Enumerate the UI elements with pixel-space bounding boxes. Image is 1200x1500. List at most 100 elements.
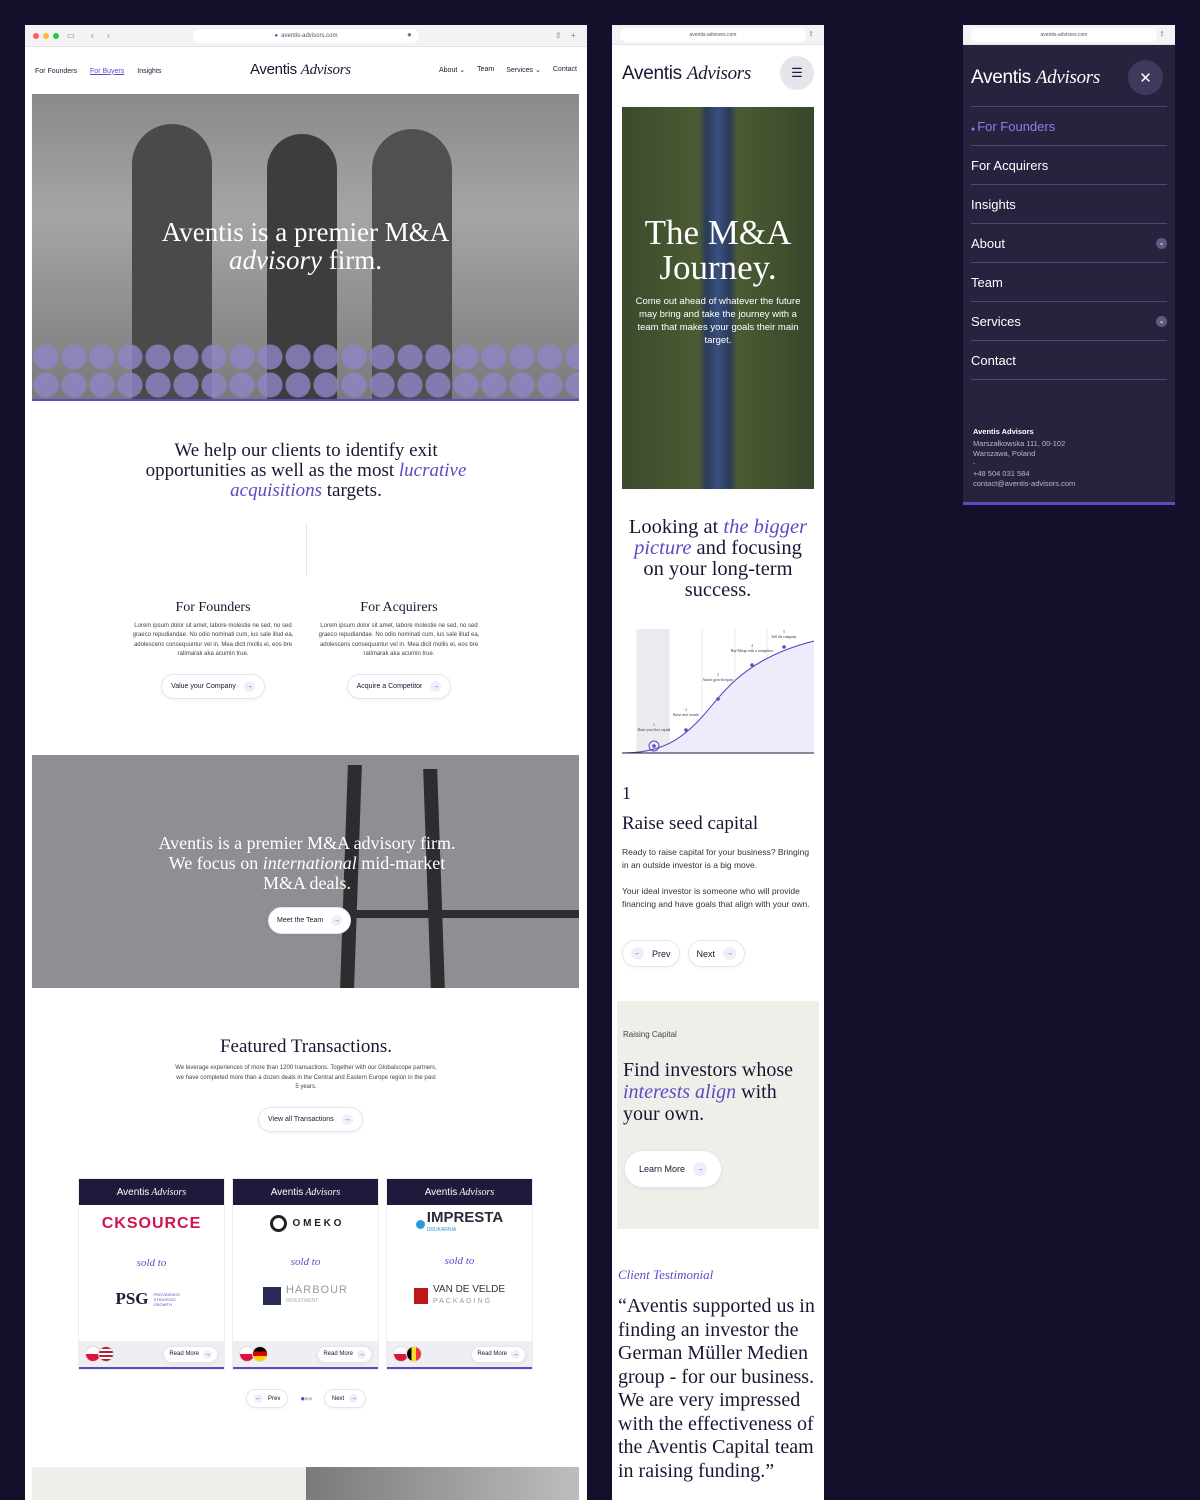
next-section-preview (32, 1467, 306, 1500)
arrow-right-icon: → (511, 1349, 520, 1359)
read-more-button[interactable]: Read More → (471, 1345, 526, 1363)
site-logo[interactable]: Aventis Advisors (250, 61, 351, 79)
meet-team-button[interactable]: Meet the Team → (268, 907, 352, 934)
step-label: Attract growth equity (703, 678, 734, 682)
impresta-dot-icon (415, 1219, 425, 1229)
next-button[interactable]: Next → (687, 940, 746, 967)
nav-for-buyers[interactable]: For Buyers (90, 68, 124, 75)
pagination: ← Prev ●●● Next → (246, 1389, 367, 1408)
prev-button[interactable]: ← Prev (246, 1389, 289, 1408)
site-logo[interactable]: Aventis Advisors (971, 67, 1100, 89)
chevron-down-icon[interactable]: ⌄ (1156, 315, 1167, 327)
step-number: 4 (751, 644, 753, 648)
vandevelde-mark-icon (413, 1287, 428, 1304)
step-point[interactable] (684, 728, 688, 732)
email-link[interactable]: contact@aventis-advisors.com (973, 479, 1075, 489)
menu-item-insights[interactable]: Insights (971, 185, 1167, 224)
mobile-browser-window: aventis-advisors.com ⇪ Aventis Advisors … (612, 25, 824, 1500)
step-point[interactable] (716, 697, 720, 701)
learn-more-button[interactable]: Learn More → (624, 1150, 723, 1188)
page-dots[interactable]: ●●● (300, 1394, 312, 1403)
address-bar[interactable]: ● aventis-advisors.com (193, 29, 419, 43)
for-founders-column: For Founders Lorem ipsum dolor sit amet,… (125, 600, 301, 699)
step-point[interactable] (652, 744, 656, 748)
transaction-card[interactable]: Aventis Advisors CKSOURCE sold to PSG PROV… (78, 1178, 225, 1370)
step-point[interactable] (782, 645, 786, 649)
journey-hero-image: The M&A Journey. Come out ahead of whate… (622, 107, 814, 489)
card-logo: Aventis Advisors (79, 1179, 224, 1205)
featured-title: Featured Transactions. (219, 1036, 393, 1057)
help-heading: We help our clients to identify exit opp… (145, 440, 467, 501)
hero-circle-pattern (32, 343, 579, 399)
belgium-flag-icon (406, 1345, 422, 1362)
chevron-down-icon[interactable]: ⌄ (1156, 237, 1167, 249)
buyer-logo: PSG PROVIDENCE STRATEGIC GROWTH (115, 1289, 180, 1308)
contact-block: Aventis Advisors Marszałkowska 111, 00-1… (973, 427, 1075, 489)
column-title: For Acquirers (360, 600, 438, 615)
share-icon[interactable]: ⇪ (808, 30, 814, 38)
nav-about[interactable]: About ⌄ (439, 66, 465, 74)
share-icon[interactable]: ⇪ (1159, 30, 1165, 38)
menu-item-for-acquirers[interactable]: For Acquirers (971, 146, 1167, 185)
back-icon[interactable]: ‹ (91, 31, 94, 40)
testimonial-label: Client Testimonial (618, 1267, 714, 1282)
menu-item-about[interactable]: About ⌄ (971, 224, 1167, 263)
germany-flag-icon (252, 1345, 268, 1362)
address-bar[interactable]: aventis-advisors.com (620, 28, 806, 42)
panel-heading: Find investors whose interests align wit… (623, 1059, 793, 1125)
menu-item-for-founders[interactable]: ● For Founders (971, 107, 1167, 146)
column-title: For Founders (175, 600, 251, 615)
column-text: Lorem ipsum dolor sit amet, labore moles… (132, 623, 294, 658)
close-icon: ✕ (1139, 69, 1152, 87)
acquire-competitor-button[interactable]: Acquire a Competitor → (346, 673, 452, 699)
transaction-card[interactable]: Aventis Advisors O M E K O sold to HARBOU… (232, 1178, 379, 1370)
address-bar[interactable]: aventis-advisors.com (971, 28, 1157, 42)
nav-team[interactable]: Team (477, 66, 494, 74)
new-tab-icon[interactable]: + (571, 31, 576, 40)
active-stage-band (637, 629, 669, 753)
nav-for-founders[interactable]: For Founders (35, 68, 77, 75)
card-footer: Read More → (79, 1341, 224, 1369)
menu-item-services[interactable]: Services ⌄ (971, 302, 1167, 341)
read-more-button[interactable]: Read More → (163, 1345, 218, 1363)
close-menu-button[interactable]: ✕ (1128, 60, 1163, 95)
mobile-menu-window: aventis-advisors.com ⇪ Aventis Advisors … (963, 25, 1175, 505)
arrow-left-icon: ← (254, 1394, 263, 1403)
buyer-logo: VAN DE VELDE PACKAGING (387, 1285, 532, 1306)
site-logo[interactable]: Aventis Advisors (622, 63, 751, 85)
step-label: Raise your first capital (638, 728, 671, 732)
phone-link[interactable]: +48 504 031 584 (973, 469, 1075, 479)
nav-insights[interactable]: Insights (137, 68, 161, 75)
arrow-right-icon: → (331, 915, 343, 926)
next-button[interactable]: Next → (323, 1389, 367, 1408)
transaction-card[interactable]: Aventis Advisors IMPRESTA DRUKARNIA sold t… (386, 1178, 533, 1370)
extension-icon[interactable]: ● (407, 30, 412, 39)
read-more-button[interactable]: Read More → (317, 1345, 372, 1363)
nav-services[interactable]: Services ⌄ (506, 66, 541, 74)
sold-to-label: sold to (136, 1257, 167, 1269)
arrow-right-icon: → (430, 680, 442, 692)
forward-icon[interactable]: › (107, 31, 110, 40)
step-number: 2 (685, 708, 687, 712)
bridge-heading: Aventis is a premier M&A advisory firm. … (158, 833, 456, 893)
step-point[interactable] (750, 663, 754, 667)
step-number: 1 (653, 723, 655, 727)
arrow-right-icon: → (357, 1349, 366, 1359)
card-footer: Read More → (233, 1341, 378, 1369)
window-controls[interactable] (33, 33, 59, 39)
menu-item-contact[interactable]: Contact (971, 341, 1167, 380)
prev-button[interactable]: ← Prev (622, 940, 680, 967)
bridge-banner: Aventis is a premier M&A advisory firm. … (32, 755, 579, 988)
menu-toggle-button[interactable]: ☰ (780, 56, 814, 90)
nav-contact[interactable]: Contact (553, 66, 577, 74)
arrow-right-icon: → (723, 947, 737, 960)
journey-title: The M&A Journey. (644, 213, 792, 287)
menu-item-team[interactable]: Team (971, 263, 1167, 302)
value-company-button[interactable]: Value your Company → (161, 673, 265, 699)
panel-label: Raising Capital (623, 1030, 677, 1039)
view-transactions-button[interactable]: View all Transactions → (258, 1107, 363, 1132)
share-icon[interactable]: ⇪ (555, 31, 562, 40)
step-label: Buy/Merge with a competitor (731, 649, 774, 653)
column-text: Lorem ipsum dolor sit amet, labore moles… (318, 623, 480, 658)
sidebar-icon[interactable]: ▭ (67, 31, 75, 40)
